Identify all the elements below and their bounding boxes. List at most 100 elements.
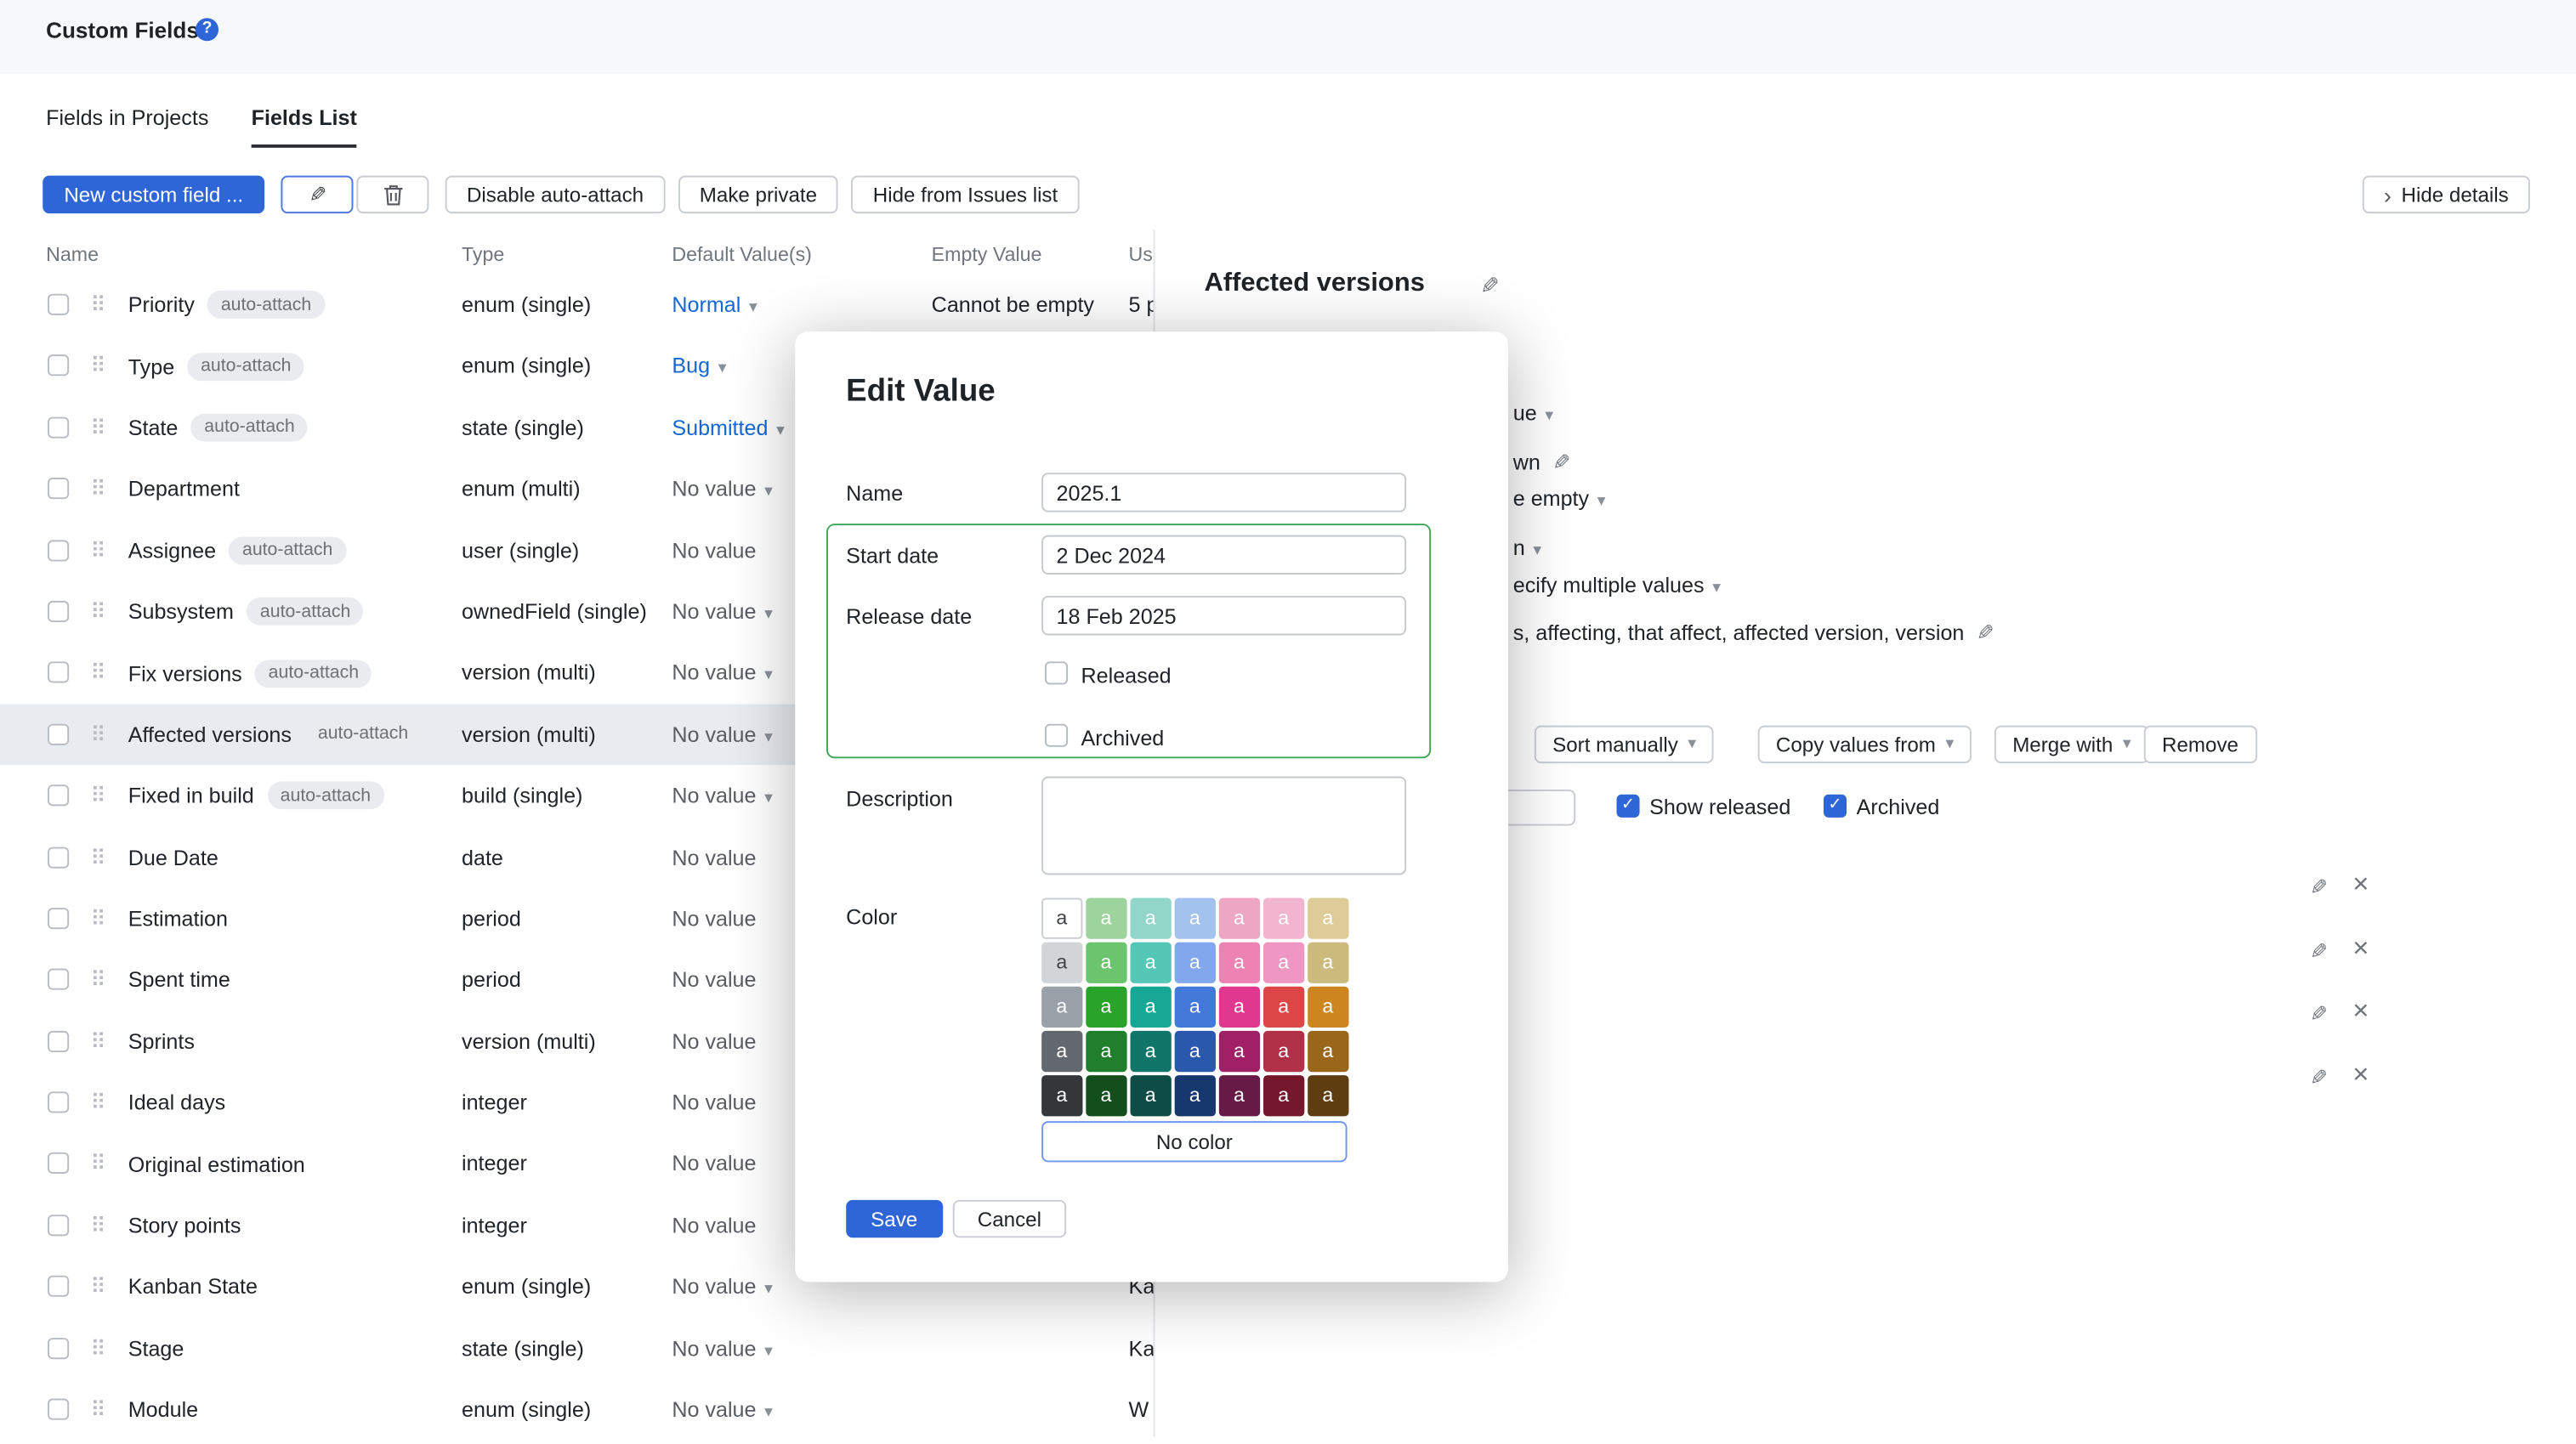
- color-swatch[interactable]: a: [1130, 1031, 1170, 1071]
- color-swatch[interactable]: a: [1219, 1031, 1259, 1071]
- default-value-dropdown[interactable]: No value: [672, 949, 756, 1011]
- row-checkbox[interactable]: [48, 723, 69, 745]
- row-checkbox[interactable]: [48, 601, 69, 622]
- color-swatch[interactable]: a: [1219, 1075, 1259, 1115]
- color-swatch[interactable]: a: [1308, 1031, 1348, 1071]
- drag-handle-icon[interactable]: ⠿: [90, 1072, 105, 1133]
- archived-checkbox-dialog[interactable]: [1045, 724, 1068, 747]
- remove-value-close-icon[interactable]: ×: [2352, 1064, 2369, 1087]
- row-checkbox[interactable]: [48, 1337, 69, 1358]
- color-swatch[interactable]: a: [1130, 943, 1170, 982]
- edit-value-pencil-icon[interactable]: ✎: [2310, 875, 2328, 901]
- edit-value-pencil-icon[interactable]: ✎: [2310, 1001, 2328, 1028]
- disable-auto-attach-button[interactable]: Disable auto-attach: [445, 176, 665, 213]
- drag-handle-icon[interactable]: ⠿: [90, 581, 105, 643]
- row-checkbox[interactable]: [48, 416, 69, 438]
- color-swatch[interactable]: a: [1219, 898, 1259, 937]
- edit-value-pencil-icon[interactable]: ✎: [2310, 1065, 2328, 1091]
- name-input[interactable]: [1041, 473, 1406, 512]
- color-swatch[interactable]: a: [1130, 898, 1170, 937]
- default-value-dropdown[interactable]: No value▾: [672, 581, 773, 646]
- color-swatch[interactable]: a: [1175, 898, 1215, 937]
- row-checkbox[interactable]: [48, 784, 69, 806]
- new-custom-field-button[interactable]: New custom field ...: [43, 176, 264, 213]
- color-swatch[interactable]: a: [1263, 987, 1303, 1027]
- default-value-dropdown[interactable]: No value▾: [672, 704, 773, 768]
- row-checkbox[interactable]: [48, 1399, 69, 1420]
- drag-handle-icon[interactable]: ⠿: [90, 643, 105, 704]
- color-swatch[interactable]: a: [1219, 987, 1259, 1027]
- default-value-dropdown[interactable]: No value: [672, 519, 756, 580]
- drag-handle-icon[interactable]: ⠿: [90, 765, 105, 826]
- color-swatch[interactable]: a: [1086, 987, 1126, 1027]
- color-swatch[interactable]: a: [1130, 987, 1170, 1027]
- color-swatch[interactable]: a: [1175, 943, 1215, 982]
- tab-fields-list[interactable]: Fields List: [252, 105, 357, 148]
- drag-handle-icon[interactable]: ⠿: [90, 1134, 105, 1195]
- color-swatch[interactable]: a: [1308, 943, 1348, 982]
- color-swatch[interactable]: a: [1175, 987, 1215, 1027]
- drag-handle-icon[interactable]: ⠿: [90, 397, 105, 458]
- drag-handle-icon[interactable]: ⠿: [90, 949, 105, 1011]
- default-value-dropdown[interactable]: No value▾: [672, 765, 773, 830]
- drag-handle-icon[interactable]: ⠿: [90, 1011, 105, 1072]
- panel-action-remove[interactable]: Remove: [2144, 726, 2256, 763]
- color-swatch[interactable]: a: [1086, 943, 1126, 982]
- edit-field-button[interactable]: ✎: [281, 176, 354, 213]
- default-value-dropdown[interactable]: No value▾: [672, 1379, 773, 1443]
- panel-action-sort-manually[interactable]: Sort manually▾: [1535, 726, 1715, 763]
- edit-title-pencil-icon[interactable]: ✎: [1480, 273, 1500, 301]
- default-value-dropdown[interactable]: No value▾: [672, 1317, 773, 1382]
- color-swatch[interactable]: a: [1086, 1031, 1126, 1071]
- remove-value-close-icon[interactable]: ×: [2352, 999, 2369, 1022]
- color-swatch[interactable]: a: [1308, 898, 1348, 937]
- drag-handle-icon[interactable]: ⠿: [90, 1256, 105, 1317]
- drag-handle-icon[interactable]: ⠿: [90, 275, 105, 336]
- color-swatch[interactable]: a: [1130, 1075, 1170, 1115]
- make-private-button[interactable]: Make private: [678, 176, 839, 213]
- row-checkbox[interactable]: [48, 1092, 69, 1113]
- hide-from-issues-button[interactable]: Hide from Issues list: [852, 176, 1080, 213]
- table-row[interactable]: ⠿ Stage state (single) No value▾ Ka: [0, 1317, 1249, 1379]
- remove-value-close-icon[interactable]: ×: [2352, 937, 2369, 960]
- color-swatch[interactable]: a: [1263, 943, 1303, 982]
- drag-handle-icon[interactable]: ⠿: [90, 826, 105, 887]
- default-value-dropdown[interactable]: Bug▾: [672, 336, 726, 400]
- color-swatch[interactable]: a: [1041, 1075, 1081, 1115]
- color-swatch[interactable]: a: [1263, 1075, 1303, 1115]
- table-row[interactable]: ⠿ Module enum (single) No value▾ W: [0, 1379, 1249, 1440]
- color-swatch[interactable]: a: [1175, 1031, 1215, 1071]
- row-checkbox[interactable]: [48, 847, 69, 868]
- default-value-dropdown[interactable]: No value: [672, 1011, 756, 1072]
- color-swatch[interactable]: a: [1086, 1075, 1126, 1115]
- row-checkbox[interactable]: [48, 1276, 69, 1297]
- row-checkbox[interactable]: [48, 969, 69, 990]
- row-checkbox[interactable]: [48, 1153, 69, 1175]
- drag-handle-icon[interactable]: ⠿: [90, 458, 105, 519]
- row-checkbox[interactable]: [48, 1030, 69, 1051]
- row-checkbox[interactable]: [48, 908, 69, 929]
- row-checkbox[interactable]: [48, 294, 69, 315]
- color-swatch[interactable]: a: [1308, 987, 1348, 1027]
- description-textarea[interactable]: [1041, 777, 1406, 875]
- drag-handle-icon[interactable]: ⠿: [90, 336, 105, 397]
- start-date-input[interactable]: [1041, 535, 1406, 575]
- default-value-dropdown[interactable]: No value: [672, 1195, 756, 1256]
- row-checkbox[interactable]: [48, 1215, 69, 1236]
- row-checkbox[interactable]: [48, 662, 69, 683]
- default-value-dropdown[interactable]: No value▾: [672, 458, 773, 523]
- cancel-button[interactable]: Cancel: [953, 1200, 1066, 1237]
- drag-handle-icon[interactable]: ⠿: [90, 519, 105, 580]
- color-swatch[interactable]: a: [1308, 1075, 1348, 1115]
- released-checkbox[interactable]: [1045, 661, 1068, 684]
- color-swatch[interactable]: a: [1041, 898, 1081, 937]
- row-checkbox[interactable]: [48, 478, 69, 499]
- color-swatch[interactable]: a: [1041, 943, 1081, 982]
- drag-handle-icon[interactable]: ⠿: [90, 888, 105, 949]
- color-swatch[interactable]: a: [1041, 987, 1081, 1027]
- color-swatch[interactable]: a: [1086, 898, 1126, 937]
- edit-value-pencil-icon[interactable]: ✎: [2310, 939, 2328, 965]
- no-color-button[interactable]: No color: [1041, 1121, 1347, 1162]
- save-button[interactable]: Save: [846, 1200, 942, 1237]
- default-value-dropdown[interactable]: Normal▾: [672, 275, 757, 339]
